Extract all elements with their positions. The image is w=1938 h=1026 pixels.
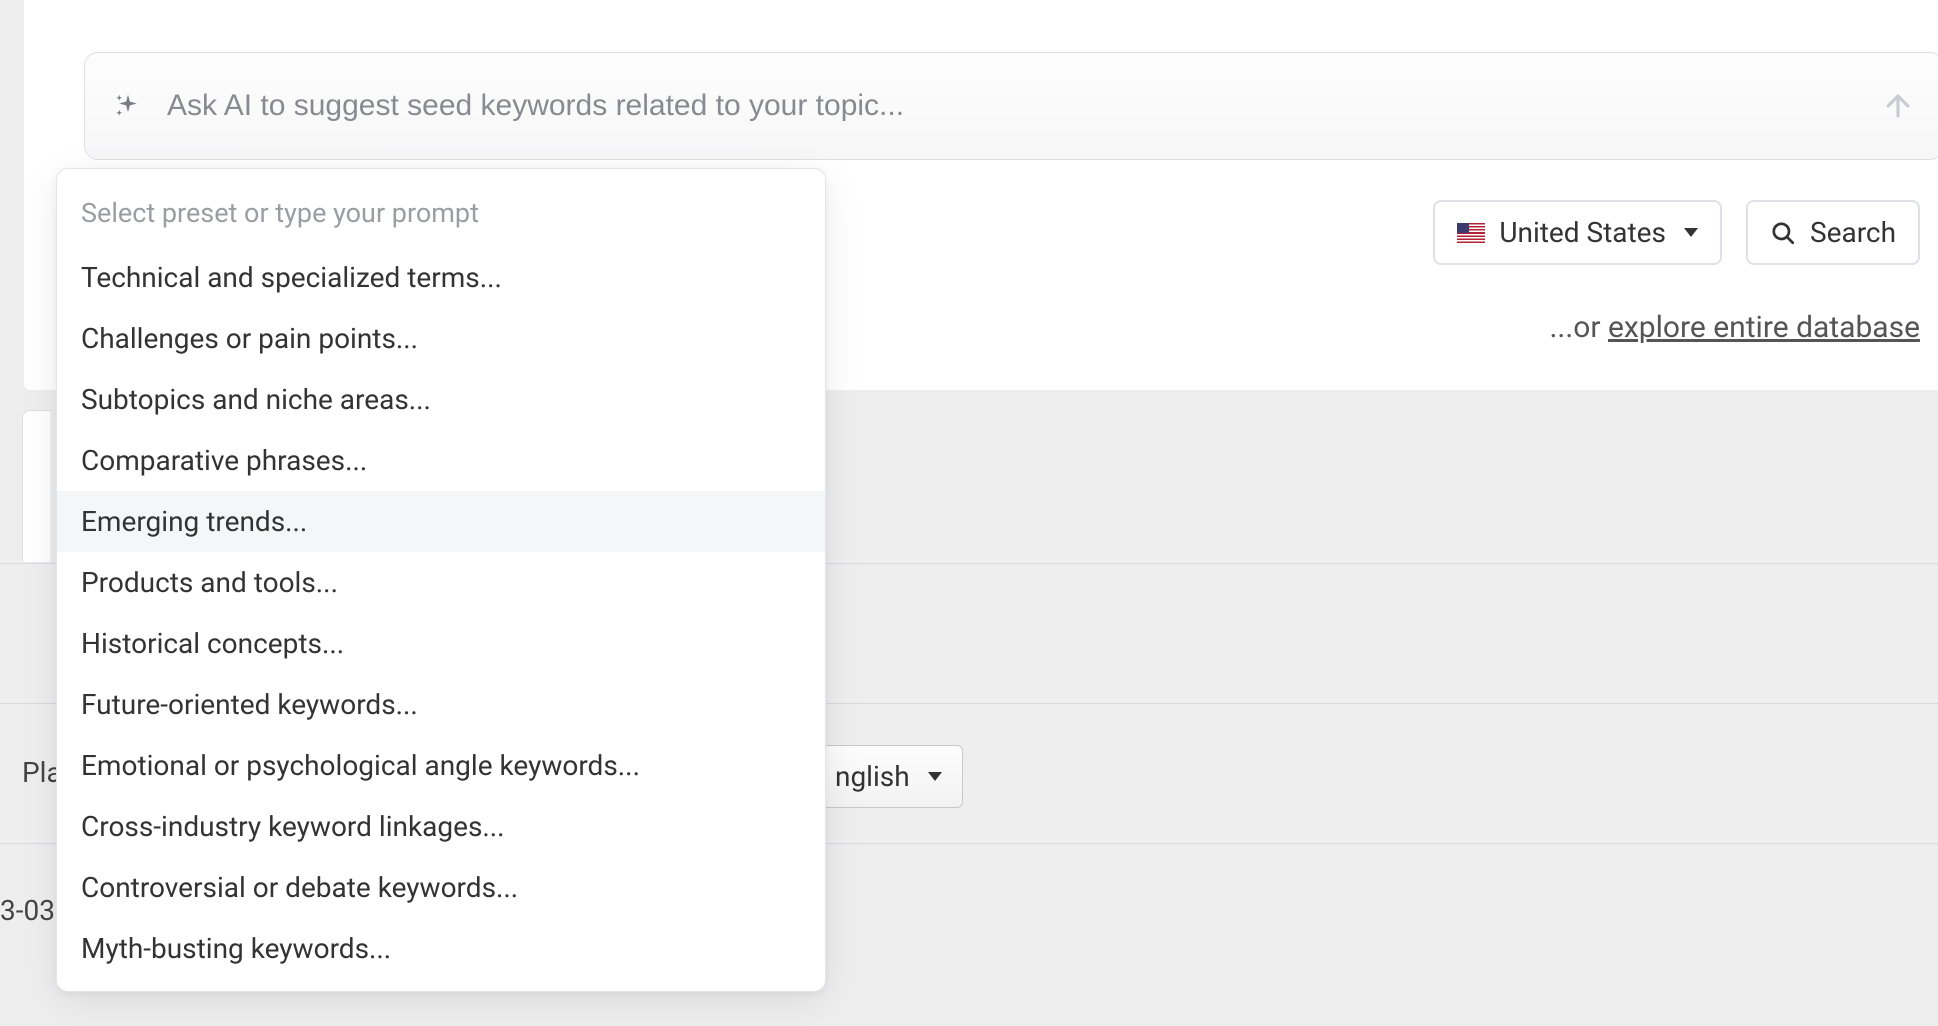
preset-dropdown: Select preset or type your prompt Techni…	[56, 168, 826, 992]
preset-option[interactable]: Emotional or psychological angle keyword…	[57, 735, 825, 796]
preset-option[interactable]: Challenges or pain points...	[57, 308, 825, 369]
preset-dropdown-header: Select preset or type your prompt	[57, 189, 825, 247]
preset-option[interactable]: Cross-industry keyword linkages...	[57, 796, 825, 857]
preset-option[interactable]: Technical and specialized terms...	[57, 247, 825, 308]
sparkle-icon	[113, 91, 143, 121]
preset-option[interactable]: Emerging trends...	[57, 491, 825, 552]
ai-prompt-input[interactable]	[167, 89, 1881, 123]
country-selector-label: United States	[1499, 216, 1666, 249]
chevron-down-icon	[1684, 228, 1698, 237]
preset-option[interactable]: Products and tools...	[57, 552, 825, 613]
arrow-up-icon[interactable]	[1881, 89, 1915, 123]
preset-option[interactable]: Future-oriented keywords...	[57, 674, 825, 735]
country-selector[interactable]: United States	[1433, 200, 1722, 265]
language-selector-label: nglish	[835, 760, 910, 793]
bg-date-fragment: 3-03	[0, 894, 55, 927]
search-button-label: Search	[1810, 216, 1896, 249]
controls-right: United States Search	[1433, 200, 1920, 265]
explore-prefix: ...or	[1550, 310, 1608, 345]
main-container: United States Search ...or explore entir…	[0, 0, 1938, 1026]
preset-option[interactable]: Controversial or debate keywords...	[57, 857, 825, 918]
preset-option[interactable]: Historical concepts...	[57, 613, 825, 674]
preset-option[interactable]: Myth-busting keywords...	[57, 918, 825, 979]
preset-option[interactable]: Subtopics and niche areas...	[57, 369, 825, 430]
ai-prompt-input-wrapper[interactable]	[84, 52, 1938, 160]
chevron-down-icon	[928, 772, 942, 781]
tab-stub	[22, 410, 50, 562]
explore-database-link[interactable]: explore entire database	[1608, 310, 1920, 345]
search-icon	[1770, 220, 1796, 246]
explore-row: ...or explore entire database	[1550, 310, 1920, 345]
language-selector[interactable]: nglish	[814, 745, 963, 808]
flag-us-icon	[1457, 223, 1485, 243]
search-button[interactable]: Search	[1746, 200, 1920, 265]
preset-option[interactable]: Comparative phrases...	[57, 430, 825, 491]
